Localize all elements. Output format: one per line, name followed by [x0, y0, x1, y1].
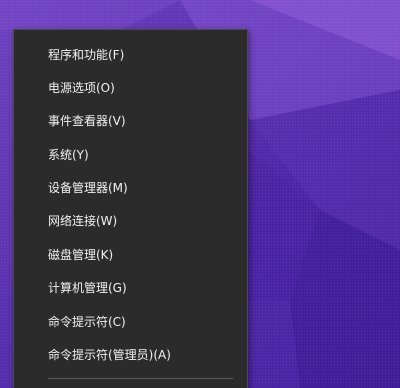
menu-item-event-viewer[interactable]: 事件查看器(V)	[14, 106, 247, 136]
menu-item-command-prompt[interactable]: 命令提示符(C)	[14, 307, 247, 337]
menu-item-programs-and-features[interactable]: 程序和功能(F)	[14, 40, 247, 70]
menu-item-command-prompt-admin[interactable]: 命令提示符(管理员)(A)	[14, 340, 247, 370]
menu-item-network-connections[interactable]: 网络连接(W)	[14, 206, 247, 236]
menu-separator	[48, 378, 233, 379]
menu-item-system[interactable]: 系统(Y)	[14, 140, 247, 170]
menu-item-power-options[interactable]: 电源选项(O)	[14, 73, 247, 103]
winx-context-menu: 程序和功能(F) 电源选项(O) 事件查看器(V) 系统(Y) 设备管理器(M)…	[13, 29, 248, 388]
menu-item-computer-management[interactable]: 计算机管理(G)	[14, 273, 247, 303]
menu-item-disk-management[interactable]: 磁盘管理(K)	[14, 240, 247, 270]
menu-item-device-manager[interactable]: 设备管理器(M)	[14, 173, 247, 203]
